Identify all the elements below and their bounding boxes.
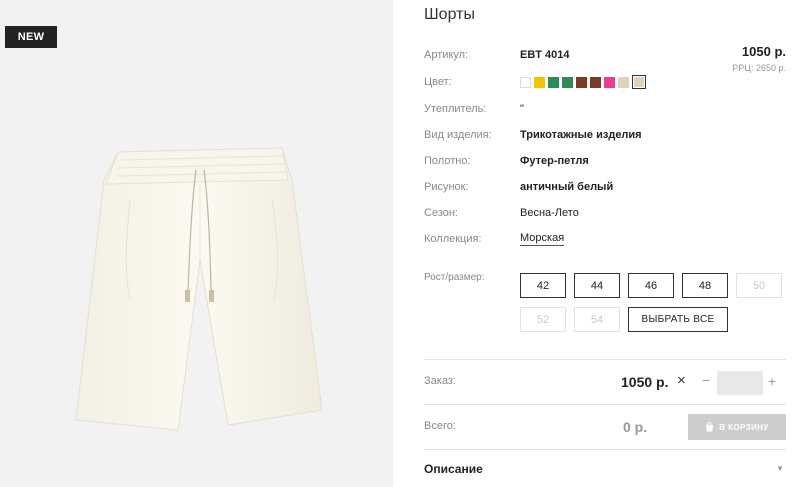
- detail-label: Коллекция:: [424, 233, 482, 245]
- shorts-image: [75, 147, 323, 431]
- total-label: Всего:: [424, 420, 456, 432]
- quantity-input[interactable]: [717, 371, 763, 395]
- size-option[interactable]: 46: [628, 273, 674, 298]
- color-swatch[interactable]: [618, 76, 629, 88]
- chevron-down-icon[interactable]: ▼: [776, 464, 784, 473]
- detail-label: Цвет:: [424, 76, 452, 88]
- detail-article: Артикул: EBT 4014: [424, 47, 570, 63]
- detail-season: Сезон: Весна-Лето: [424, 205, 579, 221]
- select-all-sizes-button[interactable]: ВЫБРАТЬ ВСЕ: [628, 307, 728, 332]
- collection-link[interactable]: Морская: [520, 232, 565, 246]
- size-option-disabled: 54: [574, 307, 620, 332]
- order-price: 1050 р.: [621, 374, 669, 390]
- add-to-cart-label: В КОРЗИНУ: [719, 422, 769, 432]
- detail-label: Рисунок:: [424, 181, 469, 193]
- detail-value: Трикотажные изделия: [520, 129, 642, 141]
- detail-label: Утеплитель:: [424, 103, 487, 115]
- detail-fabric: Полотно: Футер-петля: [424, 153, 589, 169]
- divider: [424, 449, 786, 450]
- detail-color: Цвет:: [424, 74, 646, 90]
- color-swatch[interactable]: [562, 76, 573, 88]
- detail-value: Футер-петля: [520, 155, 589, 167]
- size-option[interactable]: 48: [682, 273, 728, 298]
- detail-value: Весна-Лето: [520, 207, 579, 219]
- product-info: Шорты 1050 р. РРЦ: 2650 р. Артикул: EBT …: [424, 0, 786, 487]
- order-label: Заказ:: [424, 375, 456, 387]
- size-option[interactable]: 44: [574, 273, 620, 298]
- detail-label: Вид изделия:: [424, 129, 492, 141]
- page-title: Шорты: [424, 6, 475, 23]
- product-price: 1050 р.: [741, 44, 786, 59]
- decrease-quantity-button[interactable]: −: [702, 372, 710, 388]
- color-swatch[interactable]: [590, 76, 601, 88]
- color-swatch[interactable]: [604, 76, 615, 88]
- cart-icon: [706, 422, 714, 432]
- detail-insulation: Утеплитель: ": [424, 101, 524, 117]
- size-option-disabled: 52: [520, 307, 566, 332]
- add-to-cart-button[interactable]: В КОРЗИНУ: [688, 414, 786, 440]
- detail-pattern: Рисунок: античный белый: [424, 179, 613, 195]
- divider: [424, 404, 786, 405]
- detail-collection: Коллекция: Морская: [424, 231, 565, 247]
- total-value: 0 р.: [623, 419, 648, 435]
- size-option[interactable]: 42: [520, 273, 566, 298]
- size-option-disabled: 50: [736, 273, 782, 298]
- description-toggle[interactable]: Описание: [424, 462, 483, 476]
- detail-label: Полотно:: [424, 155, 471, 167]
- sizes-label: Рост/размер:: [424, 272, 485, 283]
- detail-value: античный белый: [520, 181, 614, 193]
- rrp-price: РРЦ: 2650 р.: [732, 63, 786, 73]
- detail-value: ": [520, 103, 524, 115]
- color-swatch[interactable]: [632, 75, 646, 89]
- color-swatch[interactable]: [576, 76, 587, 88]
- detail-label: Артикул:: [424, 49, 469, 61]
- detail-label: Сезон:: [424, 207, 458, 219]
- clear-order-icon[interactable]: ×: [677, 372, 686, 389]
- product-photo[interactable]: NEW: [0, 0, 393, 487]
- increase-quantity-button[interactable]: +: [768, 373, 776, 389]
- divider: [424, 359, 786, 360]
- detail-type: Вид изделия: Трикотажные изделия: [424, 127, 642, 143]
- detail-value: EBT 4014: [520, 49, 570, 61]
- color-swatch[interactable]: [534, 76, 545, 88]
- color-swatches: [520, 75, 646, 89]
- color-swatch[interactable]: [520, 76, 531, 88]
- new-badge: NEW: [5, 26, 57, 48]
- color-swatch[interactable]: [548, 76, 559, 88]
